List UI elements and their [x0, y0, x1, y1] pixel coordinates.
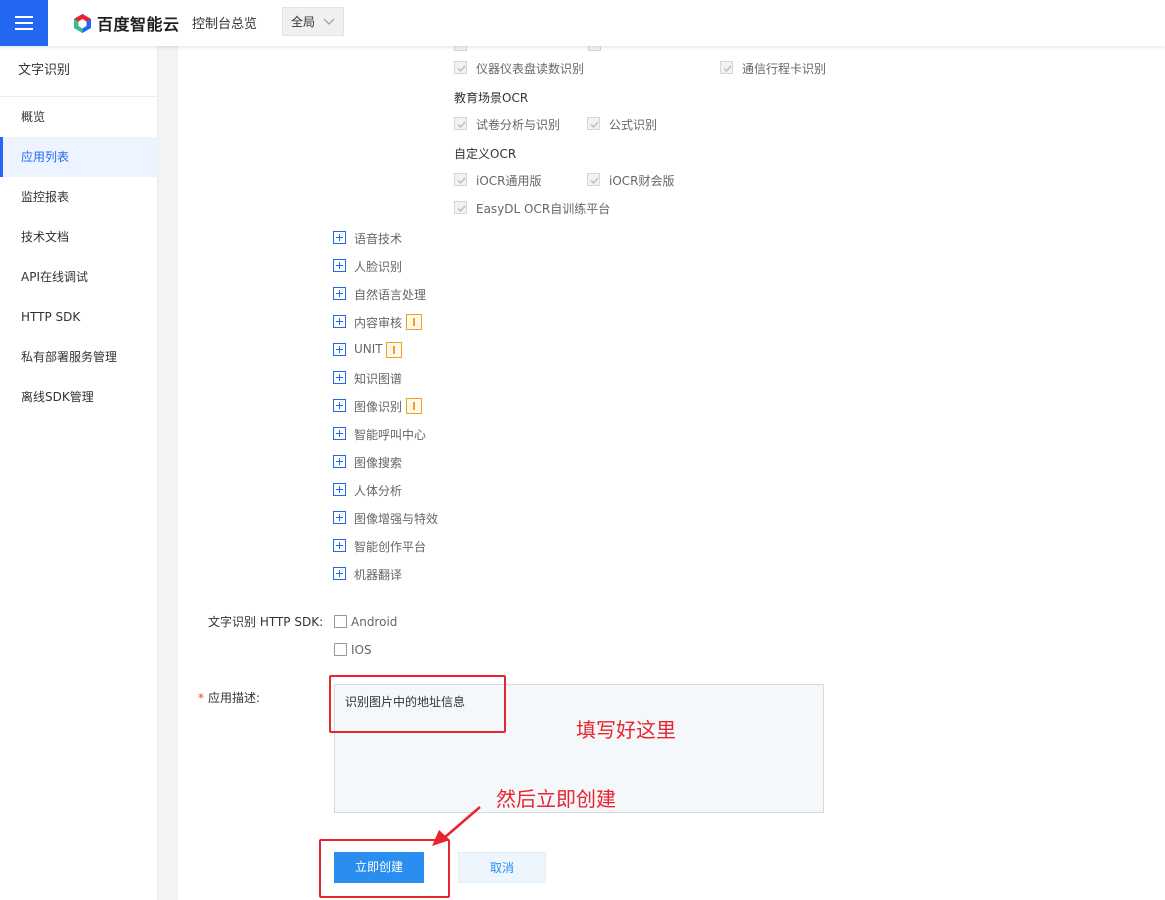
check-icon — [723, 65, 732, 73]
brand-logo[interactable]: 百度智能云 — [72, 11, 180, 35]
expand-icon[interactable] — [333, 371, 346, 384]
sdk-option-label: Android — [351, 615, 398, 629]
tree-item-label: 语音技术 — [354, 232, 403, 246]
checkbox-iocr-general[interactable] — [454, 173, 467, 186]
warning-icon — [406, 398, 422, 414]
cancel-button[interactable]: 取消 — [458, 852, 546, 883]
expand-icon[interactable] — [333, 455, 346, 468]
required-mark: * — [198, 691, 204, 705]
main-content: 仪器仪表盘读数识别 通信行程卡识别 教育场景OCR 试卷分析与识别 公式识别 自… — [178, 38, 1165, 900]
expand-icon[interactable] — [333, 343, 346, 356]
sidebar-item-offline-sdk[interactable]: 离线SDK管理 — [0, 377, 157, 417]
expand-icon[interactable] — [333, 483, 346, 496]
option-label: iOCR财会版 — [609, 174, 675, 188]
check-icon — [457, 121, 466, 129]
description-label: * 应用描述: — [198, 689, 260, 706]
tree-item-label: 人脸识别 — [354, 260, 403, 274]
expand-icon[interactable] — [333, 427, 346, 440]
sidebar: 文字识别 概览 应用列表 监控报表 技术文档 API在线调试 HTTP SDK … — [0, 46, 158, 900]
check-icon — [457, 177, 466, 185]
tree-item-label: 自然语言处理 — [354, 288, 427, 302]
hamburger-icon — [15, 16, 33, 30]
tree-item-label: 图像搜索 — [354, 456, 403, 470]
check-icon — [457, 65, 466, 73]
check-icon — [590, 121, 599, 129]
sidebar-item-app-list[interactable]: 应用列表 — [0, 137, 157, 177]
tree-item-label: 图像增强与特效 — [354, 512, 439, 526]
sdk-label: 文字识别 HTTP SDK: — [208, 615, 324, 629]
warning-icon — [406, 314, 422, 330]
option-label: 通信行程卡识别 — [742, 62, 827, 76]
expand-icon[interactable] — [333, 259, 346, 272]
brand-name: 百度智能云 — [97, 15, 180, 34]
expand-icon[interactable] — [333, 567, 346, 580]
sidebar-item-docs[interactable]: 技术文档 — [0, 217, 157, 257]
expand-icon[interactable] — [333, 539, 346, 552]
checkbox-meter-reading[interactable] — [454, 61, 467, 74]
tree-item-label: 图像识别 — [354, 400, 403, 414]
option-label: 试卷分析与识别 — [476, 118, 561, 132]
sidebar-item-private-deploy[interactable]: 私有部署服务管理 — [0, 337, 157, 377]
checkbox-easydl-ocr[interactable] — [454, 201, 467, 214]
region-select[interactable]: 全局 — [282, 7, 344, 36]
description-label-text: 应用描述: — [208, 691, 261, 705]
sidebar-item-api-debug[interactable]: API在线调试 — [0, 257, 157, 297]
annotation-then-create: 然后立即创建 — [496, 787, 616, 811]
expand-icon[interactable] — [333, 511, 346, 524]
sdk-option-label: IOS — [351, 643, 372, 657]
tree-item-label: 人体分析 — [354, 484, 403, 498]
annotation-highlight-description — [329, 675, 506, 733]
console-overview-link[interactable]: 控制台总览 — [192, 13, 257, 32]
option-label: 仪器仪表盘读数识别 — [476, 62, 585, 76]
sidebar-item-http-sdk[interactable]: HTTP SDK — [0, 297, 157, 337]
create-button[interactable]: 立即创建 — [334, 852, 424, 883]
checkbox-android[interactable] — [334, 615, 347, 628]
region-value: 全局 — [291, 15, 316, 29]
tree-item-label: 知识图谱 — [354, 372, 403, 386]
option-label: iOCR通用版 — [476, 174, 542, 188]
baidu-cloud-logo-icon — [74, 13, 91, 33]
tree-item-label: 智能呼叫中心 — [354, 428, 427, 442]
sidebar-item-monitoring[interactable]: 监控报表 — [0, 177, 157, 217]
expand-icon[interactable] — [333, 287, 346, 300]
tree-item-label: 机器翻译 — [354, 568, 403, 582]
checkbox-formula[interactable] — [587, 117, 600, 130]
expand-icon[interactable] — [333, 399, 346, 412]
warning-icon — [386, 342, 402, 358]
sidebar-item-overview[interactable]: 概览 — [0, 97, 157, 137]
option-label: EasyDL OCR自训练平台 — [476, 202, 611, 216]
annotation-fill-here: 填写好这里 — [576, 718, 676, 742]
group-title-education: 教育场景OCR — [454, 91, 529, 105]
checkbox-ios[interactable] — [334, 643, 347, 656]
menu-button[interactable] — [0, 0, 48, 46]
content-gutter — [158, 46, 178, 900]
sidebar-title: 文字识别 — [0, 46, 157, 97]
tree-item-label: 智能创作平台 — [354, 540, 427, 554]
chevron-down-icon — [323, 18, 335, 25]
tree-item-label: 内容审核 — [354, 316, 403, 330]
checkbox-iocr-finance[interactable] — [587, 173, 600, 186]
checkbox-exam-analysis[interactable] — [454, 117, 467, 130]
check-icon — [590, 177, 599, 185]
option-label: 公式识别 — [609, 118, 658, 132]
expand-icon[interactable] — [333, 231, 346, 244]
tree-item-label: UNIT — [354, 342, 383, 356]
check-icon — [457, 205, 466, 213]
checkbox-travel-card[interactable] — [720, 61, 733, 74]
group-title-custom: 自定义OCR — [454, 147, 517, 161]
expand-icon[interactable] — [333, 315, 346, 328]
top-navigation-bar: 百度智能云 控制台总览 全局 — [0, 0, 1165, 46]
